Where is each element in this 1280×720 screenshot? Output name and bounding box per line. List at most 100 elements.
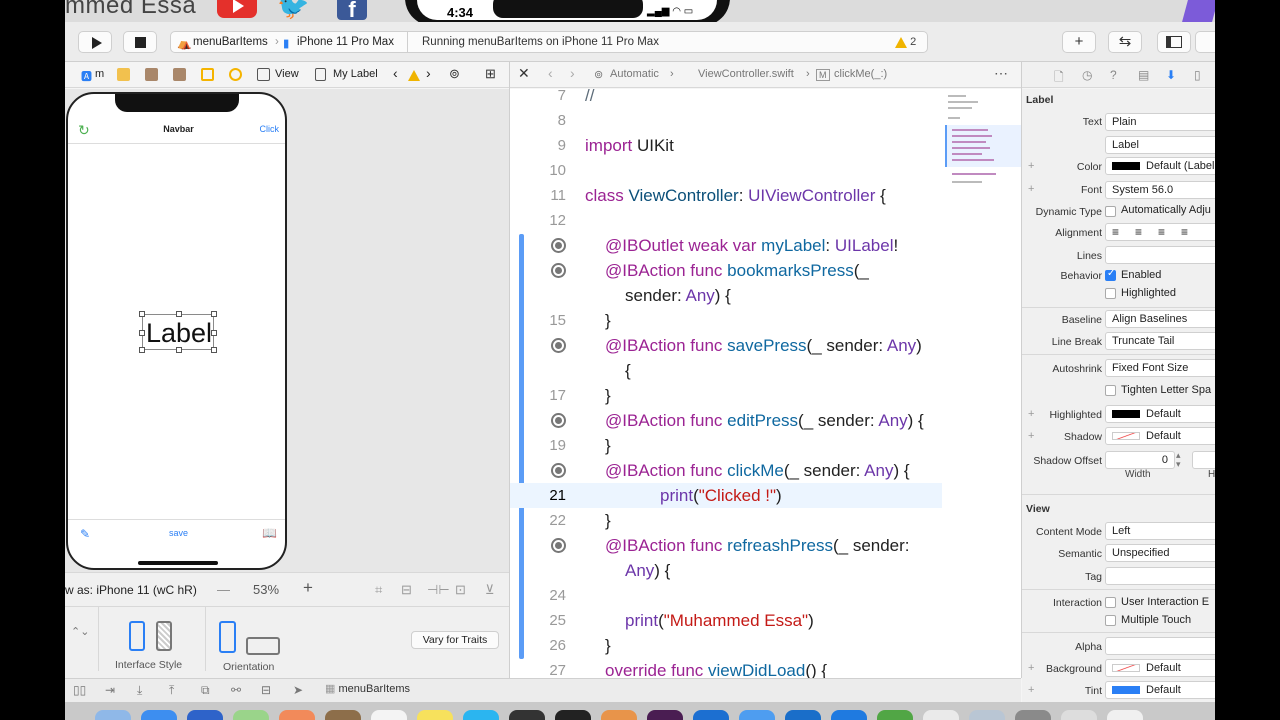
- dock-app-icon[interactable]: [95, 710, 131, 720]
- code-line[interactable]: 22}: [510, 508, 944, 533]
- dock-app-icon[interactable]: [555, 710, 591, 720]
- resize-handle[interactable]: [176, 311, 182, 317]
- code-line[interactable]: 26}: [510, 633, 944, 658]
- text-value-field[interactable]: Label: [1105, 136, 1215, 154]
- resize-handle[interactable]: [211, 347, 217, 353]
- more-options-icon[interactable]: ⋯: [994, 65, 1008, 82]
- highlighted-checkbox[interactable]: [1105, 288, 1116, 299]
- tighten-checkbox[interactable]: [1105, 385, 1116, 396]
- zoom-out-button[interactable]: —: [217, 582, 230, 597]
- semantic-select[interactable]: Unspecified: [1105, 544, 1215, 562]
- dock-app-icon[interactable]: [1107, 710, 1143, 720]
- landscape-icon[interactable]: [246, 637, 280, 655]
- code-line[interactable]: 7 //: [510, 89, 944, 108]
- outlet-connection-icon[interactable]: [551, 538, 566, 553]
- dock-app-icon[interactable]: [141, 710, 177, 720]
- background-color-select[interactable]: Default: [1105, 659, 1215, 677]
- dock-app-icon[interactable]: [601, 710, 637, 720]
- dock-app-icon[interactable]: [923, 710, 959, 720]
- code-line[interactable]: 15}: [510, 308, 944, 333]
- code-line[interactable]: @IBAction func refreashPress(_ sender:: [510, 533, 944, 558]
- jumpbar-my-label[interactable]: My Label: [333, 68, 378, 80]
- portrait-icon[interactable]: [219, 621, 236, 653]
- alpha-field[interactable]: [1105, 637, 1215, 655]
- enabled-checkbox[interactable]: [1105, 268, 1116, 281]
- attributes-inspector-icon[interactable]: ⬇: [1166, 68, 1176, 82]
- issue-warning-icon[interactable]: [408, 70, 420, 81]
- code-review-button[interactable]: ⇆: [1108, 31, 1142, 53]
- identity-inspector-icon[interactable]: ▤: [1138, 68, 1149, 82]
- dock-app-icon[interactable]: [509, 710, 545, 720]
- click-bar-button[interactable]: Click: [260, 124, 280, 134]
- add-editor-icon[interactable]: ⊞: [485, 66, 496, 82]
- code-line[interactable]: @IBAction func bookmarksPress(_: [510, 258, 944, 283]
- update-frames-icon[interactable]: ⌗: [375, 582, 382, 598]
- dock-app-icon[interactable]: [693, 710, 729, 720]
- dock-app-icon[interactable]: [233, 710, 269, 720]
- code-line[interactable]: 10: [510, 158, 944, 183]
- back-icon[interactable]: ‹: [548, 65, 553, 81]
- light-appearance-icon[interactable]: [129, 621, 145, 651]
- dock-app-icon[interactable]: [1015, 710, 1051, 720]
- hide-debug-area-icon[interactable]: ▯▯: [73, 683, 86, 697]
- highlighted-color-select[interactable]: Default: [1105, 405, 1215, 423]
- stop-button[interactable]: [123, 31, 157, 53]
- dock-app-icon[interactable]: [877, 710, 913, 720]
- outlet-connection-icon[interactable]: [551, 238, 566, 253]
- outlet-connection-icon[interactable]: [551, 413, 566, 428]
- chevron-right-icon-2[interactable]: ›: [426, 65, 431, 81]
- shadow-offset-height[interactable]: [1192, 451, 1215, 469]
- outlet-connection-icon[interactable]: [551, 463, 566, 478]
- dock-app-icon[interactable]: [371, 710, 407, 720]
- automatic-menu[interactable]: Automatic: [610, 68, 659, 80]
- breakpoints-icon[interactable]: ⇥: [105, 683, 115, 697]
- related-items-icon[interactable]: ⊚: [449, 66, 460, 82]
- location-icon[interactable]: ➤: [293, 683, 303, 697]
- tint-color-select[interactable]: Default: [1105, 681, 1215, 699]
- dock-app-icon[interactable]: [647, 710, 683, 720]
- tag-field[interactable]: [1105, 567, 1215, 585]
- step-over-icon[interactable]: ⤓: [137, 683, 142, 698]
- code-line[interactable]: @IBAction func clickMe(_ sender: Any) {: [510, 458, 944, 483]
- code-line[interactable]: 11 class ViewController: UIViewController…: [510, 183, 944, 208]
- pin-icon[interactable]: ⊣⊢: [427, 582, 450, 598]
- code-line[interactable]: @IBOutlet weak var myLabel: UILabel!: [510, 233, 944, 258]
- file-inspector-icon[interactable]: 🗋: [1054, 68, 1064, 89]
- minimap[interactable]: [942, 89, 1021, 678]
- stepper-icon[interactable]: ▴ ▾: [1176, 451, 1181, 469]
- size-inspector-icon[interactable]: ▯: [1194, 68, 1201, 82]
- warning-count[interactable]: 2: [895, 36, 916, 48]
- dock-app-icon[interactable]: [187, 710, 223, 720]
- youtube-icon[interactable]: [217, 0, 257, 18]
- resize-handle[interactable]: [211, 311, 217, 317]
- twitter-icon[interactable]: 🐦: [277, 0, 311, 19]
- help-inspector-icon[interactable]: ?: [1110, 68, 1117, 82]
- dynamic-type-checkbox[interactable]: [1105, 206, 1116, 217]
- dock-app-icon[interactable]: [969, 710, 1005, 720]
- close-editor-icon[interactable]: ✕: [518, 65, 530, 82]
- align-icon[interactable]: ⊟: [401, 582, 412, 598]
- font-field[interactable]: System 56.0: [1105, 181, 1215, 199]
- user-interaction-checkbox[interactable]: [1105, 597, 1116, 608]
- dock-app-icon[interactable]: [325, 710, 361, 720]
- dock-app-icon[interactable]: [1061, 710, 1097, 720]
- step-out-icon[interactable]: ⤒: [169, 683, 174, 698]
- code-line[interactable]: 27 override func viewDidLoad() {: [510, 658, 944, 678]
- code-line[interactable]: Any) {: [510, 558, 944, 583]
- resize-handle[interactable]: [139, 330, 145, 336]
- vary-for-traits-button[interactable]: Vary for Traits: [411, 631, 499, 649]
- zoom-in-button[interactable]: +: [303, 578, 313, 598]
- navigation-bar[interactable]: ↻ Navbar Click: [68, 118, 285, 144]
- save-bar-button[interactable]: save: [68, 528, 285, 538]
- jumpbar-view[interactable]: View: [275, 68, 299, 80]
- selected-label[interactable]: Label: [139, 311, 217, 353]
- facebook-icon[interactable]: f: [337, 0, 367, 22]
- environment-overrides-icon[interactable]: ⊟: [261, 683, 271, 697]
- memory-graph-icon[interactable]: ⚯: [231, 683, 241, 697]
- chevron-left-icon[interactable]: ‹: [393, 65, 398, 81]
- outlet-connection-icon[interactable]: [551, 338, 566, 353]
- multiple-touch-checkbox[interactable]: [1105, 615, 1116, 626]
- shadow-offset-width[interactable]: 0: [1105, 451, 1175, 469]
- code-line[interactable]: @IBAction func editPress(_ sender: Any) …: [510, 408, 944, 433]
- resize-handle[interactable]: [211, 330, 217, 336]
